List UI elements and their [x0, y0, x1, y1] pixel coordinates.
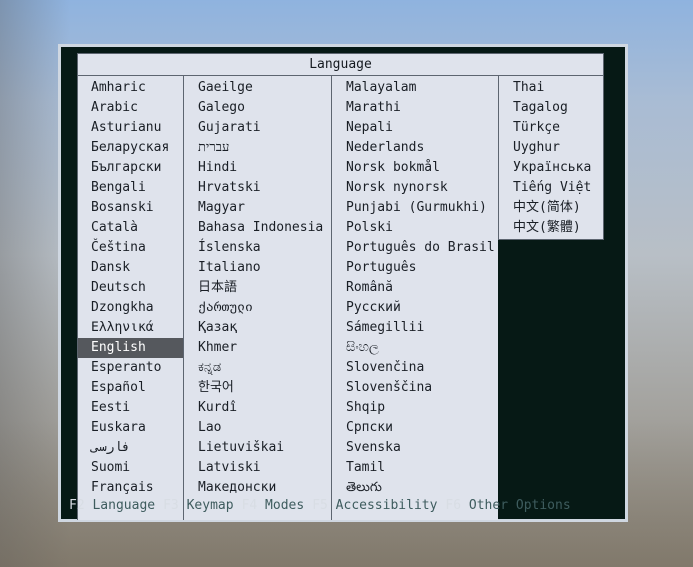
- language-option[interactable]: Norsk bokmål: [332, 158, 498, 178]
- language-option[interactable]: Arabic: [78, 98, 183, 118]
- fkey-key: F5: [312, 498, 328, 513]
- language-option[interactable]: Lietuviškai: [184, 438, 331, 458]
- language-option[interactable]: Shqip: [332, 398, 498, 418]
- language-option[interactable]: Қазақ: [184, 318, 331, 338]
- language-option[interactable]: Slovenščina: [332, 378, 498, 398]
- language-option[interactable]: Amharic: [78, 78, 183, 98]
- language-column-3: Malayalam Marathi Nepali Nederlands Norsk bo…: [331, 76, 498, 520]
- language-option[interactable]: Čeština: [78, 238, 183, 258]
- language-option[interactable]: Nepali: [332, 118, 498, 138]
- language-option[interactable]: Português: [332, 258, 498, 278]
- language-option[interactable]: Македонски: [184, 478, 331, 498]
- language-option[interactable]: Kurdî: [184, 398, 331, 418]
- language-option[interactable]: Sámegillii: [332, 318, 498, 338]
- fkey-label: Language: [92, 498, 156, 513]
- language-option[interactable]: Eesti: [78, 398, 183, 418]
- language-option[interactable]: Беларуская: [78, 138, 183, 158]
- fkey-label: Other Options: [468, 498, 571, 513]
- language-option[interactable]: فارسی: [78, 438, 183, 458]
- fkey-key: F6: [445, 498, 462, 513]
- language-option[interactable]: Gujarati: [184, 118, 331, 138]
- language-option[interactable]: Nederlands: [332, 138, 498, 158]
- language-option[interactable]: Esperanto: [78, 358, 183, 378]
- language-option[interactable]: Deutsch: [78, 278, 183, 298]
- language-option[interactable]: Lao: [184, 418, 331, 438]
- language-option[interactable]: ಕನ್ನಡ: [184, 358, 331, 378]
- language-option[interactable]: Dansk: [78, 258, 183, 278]
- language-option[interactable]: Punjabi (Gurmukhi): [332, 198, 498, 218]
- language-columns: Amharic Arabic Asturianu Беларуская Българск…: [77, 76, 604, 520]
- language-option[interactable]: 한국어: [184, 378, 331, 398]
- language-option[interactable]: Íslenska: [184, 238, 331, 258]
- function-key-bar: F2 Language F3 Keymap F4 Modes F5 Accessibi…: [61, 496, 625, 516]
- language-option[interactable]: Thai: [499, 78, 603, 98]
- language-option[interactable]: Tiếng Việt: [499, 178, 603, 198]
- language-option[interactable]: Latviski: [184, 458, 331, 478]
- language-option[interactable]: Español: [78, 378, 183, 398]
- fkey-label: Keymap: [186, 498, 234, 513]
- language-option[interactable]: ქართული: [184, 298, 331, 318]
- language-column-4: Thai Tagalog Türkçe Uyghur Українська Tiếng V…: [498, 76, 604, 240]
- language-option[interactable]: Uyghur: [499, 138, 603, 158]
- language-option[interactable]: Polski: [332, 218, 498, 238]
- fkey-f4[interactable]: F4 Modes: [242, 496, 305, 516]
- dialog-title: Language: [77, 53, 604, 76]
- language-option[interactable]: සිංහල: [332, 338, 498, 358]
- language-option[interactable]: Bahasa Indonesia: [184, 218, 331, 238]
- language-option[interactable]: Français: [78, 478, 183, 498]
- language-option[interactable]: Türkçe: [499, 118, 603, 138]
- language-option[interactable]: Română: [332, 278, 498, 298]
- language-option[interactable]: 日本語: [184, 278, 331, 298]
- language-option[interactable]: Български: [78, 158, 183, 178]
- language-option[interactable]: Marathi: [332, 98, 498, 118]
- language-option[interactable]: Dzongkha: [78, 298, 183, 318]
- language-option[interactable]: తెలుగు: [332, 478, 498, 498]
- fkey-f2[interactable]: F2 Language: [69, 496, 155, 516]
- language-option[interactable]: Slovenčina: [332, 358, 498, 378]
- language-option[interactable]: Euskara: [78, 418, 183, 438]
- language-option[interactable]: Tagalog: [499, 98, 603, 118]
- fkey-label: Accessibility: [335, 498, 438, 513]
- language-option[interactable]: Català: [78, 218, 183, 238]
- language-column-2: Gaeilge Galego Gujarati עברית Hindi Hrvatski M…: [183, 76, 331, 520]
- language-option[interactable]: Asturianu: [78, 118, 183, 138]
- language-option[interactable]: Hindi: [184, 158, 331, 178]
- language-option[interactable]: Malayalam: [332, 78, 498, 98]
- fkey-key: F4: [241, 498, 258, 513]
- language-option[interactable]: 中文(繁體): [499, 218, 603, 238]
- fkey-f5[interactable]: F5 Accessibility: [312, 496, 437, 516]
- language-option[interactable]: Bosanski: [78, 198, 183, 218]
- language-option[interactable]: Ελληνικά: [78, 318, 183, 338]
- language-option[interactable]: English: [78, 338, 183, 358]
- language-option[interactable]: Русский: [332, 298, 498, 318]
- language-option[interactable]: Tamil: [332, 458, 498, 478]
- language-option[interactable]: Bengali: [78, 178, 183, 198]
- language-option[interactable]: Magyar: [184, 198, 331, 218]
- language-option[interactable]: Italiano: [184, 258, 331, 278]
- language-column-1: Amharic Arabic Asturianu Беларуская Българск…: [77, 76, 183, 520]
- fkey-f3[interactable]: F3 Keymap: [163, 496, 233, 516]
- language-option[interactable]: Српски: [332, 418, 498, 438]
- fkey-f6[interactable]: F6 Other Options: [445, 496, 570, 516]
- language-dialog: Language Amharic Arabic Asturianu Беларуска…: [77, 53, 604, 520]
- language-option[interactable]: 中文(简体): [499, 198, 603, 218]
- fkey-key: F2: [69, 498, 85, 513]
- language-option[interactable]: Svenska: [332, 438, 498, 458]
- language-option[interactable]: Gaeilge: [184, 78, 331, 98]
- language-option[interactable]: Suomi: [78, 458, 183, 478]
- language-option[interactable]: Hrvatski: [184, 178, 331, 198]
- fkey-key: F3: [163, 498, 179, 513]
- language-option[interactable]: Galego: [184, 98, 331, 118]
- language-option[interactable]: עברית: [184, 138, 331, 158]
- fkey-label: Modes: [265, 498, 305, 513]
- language-option[interactable]: Português do Brasil: [332, 238, 498, 258]
- language-option[interactable]: Khmer: [184, 338, 331, 358]
- language-option[interactable]: Українська: [499, 158, 603, 178]
- language-option[interactable]: Norsk nynorsk: [332, 178, 498, 198]
